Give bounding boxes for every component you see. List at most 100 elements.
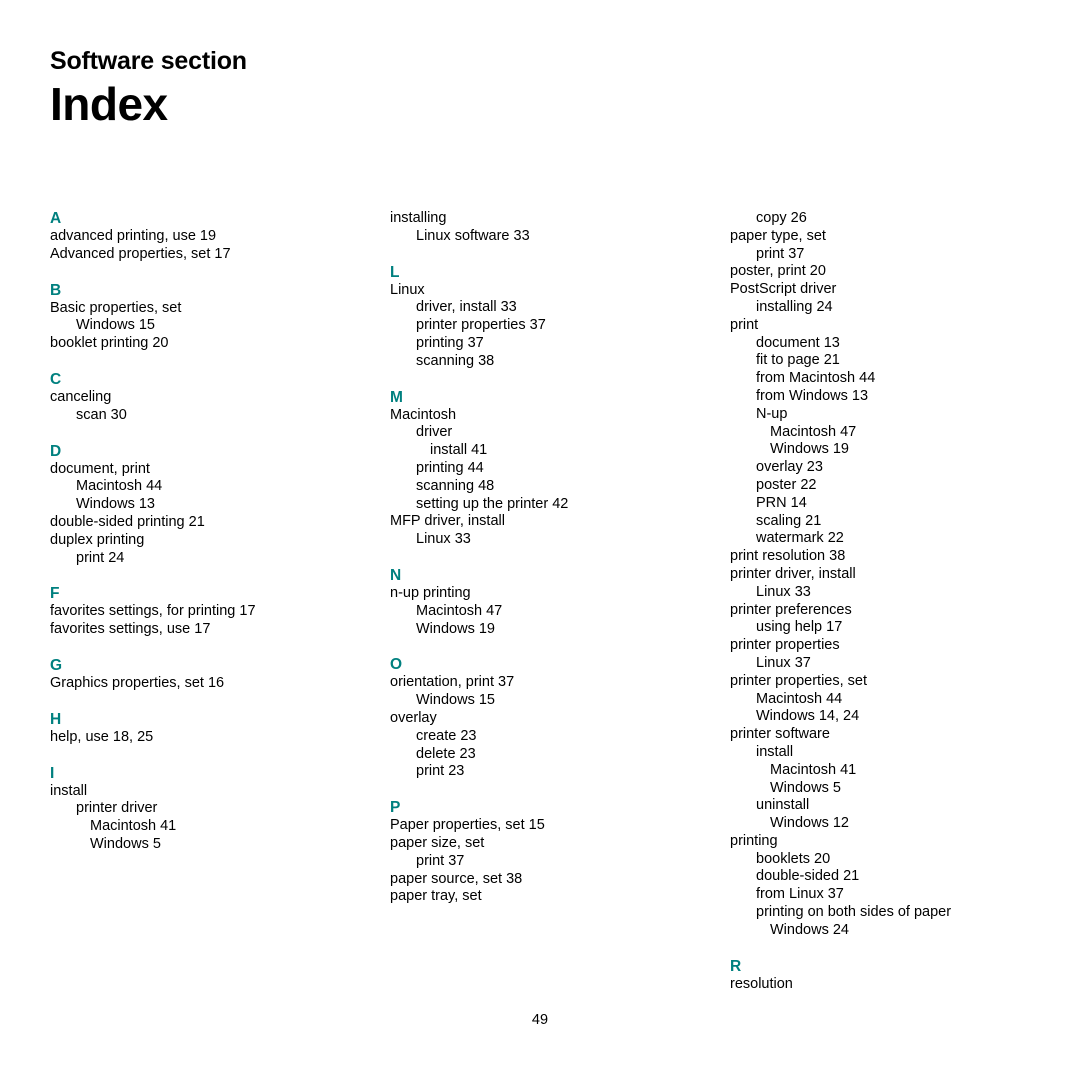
index-entry: watermark 22: [756, 530, 844, 547]
section-letter: C: [50, 370, 62, 388]
index-entry: favorites settings, for printing 17: [50, 603, 256, 620]
index-entry: Macintosh 44: [76, 478, 163, 495]
index-entry: print 37: [756, 245, 805, 262]
index-entry: printer properties, set: [730, 672, 868, 689]
index-entry: scan 30: [76, 406, 127, 423]
page-number: 49: [531, 1012, 549, 1028]
index-entry: print 24: [76, 549, 125, 566]
index-entry: printing 44: [416, 459, 484, 476]
index-entry: Macintosh 47: [770, 423, 857, 440]
index-entry: scaling 21: [756, 512, 822, 529]
index-entry: Advanced properties, set 17: [50, 245, 231, 262]
index-entry: Macintosh 41: [770, 761, 857, 778]
index-entry: printer properties 37: [416, 317, 546, 334]
section-letter: N: [390, 566, 402, 584]
index-entry: poster 22: [756, 476, 817, 493]
index-entry: Macintosh 44: [756, 690, 843, 707]
index-entry: from Linux 37: [756, 886, 844, 903]
index-entry: double-sided printing 21: [50, 513, 205, 530]
index-entry: Windows 14, 24: [756, 708, 860, 725]
index-entry: Windows 15: [416, 692, 495, 709]
index-entry: overlay: [390, 709, 437, 726]
index-entry: installing 24: [756, 298, 833, 315]
index-entry: canceling: [50, 388, 112, 405]
index-entry: double-sided 21: [756, 868, 860, 885]
index-entry: duplex printing: [50, 531, 145, 548]
index-entry: booklets 20: [756, 850, 831, 867]
index-entry: Linux software 33: [416, 227, 530, 244]
section-letter: P: [390, 799, 401, 817]
index-entry: Basic properties, set: [50, 299, 182, 316]
index-entry: Graphics properties, set 16: [50, 674, 225, 691]
index-entry: Linux 37: [756, 654, 811, 671]
index-entry: print 23: [416, 763, 465, 780]
index-entry: copy 26: [756, 210, 807, 226]
index-entry: help, use 18, 25: [50, 728, 154, 745]
index-entry: printer software: [730, 726, 830, 743]
index-column: Aadvanced printing, use 19 Advanced prope…: [50, 210, 350, 854]
index-entry: Windows 5: [90, 835, 161, 852]
index-entry: install: [50, 782, 88, 799]
index-entry: poster, print 20: [730, 263, 826, 280]
index-column: installing Linux software 33 L Linux driver,…: [390, 210, 690, 906]
index-entry: Windows 19: [416, 620, 495, 637]
index-entry: paper type, set: [730, 227, 826, 244]
index-entry: install: [756, 743, 794, 760]
index-entry: Macintosh 47: [416, 602, 503, 619]
index-entry: document, print: [50, 460, 150, 477]
section-letter: I: [50, 764, 55, 782]
index-entry: document 13: [756, 334, 840, 351]
index-entry: Windows 19: [770, 441, 849, 458]
index-entry: install 41: [430, 442, 488, 459]
section-letter: A: [50, 210, 62, 227]
section-letter: O: [390, 656, 403, 674]
index-entry: installing: [390, 210, 447, 226]
section-letter: L: [390, 263, 400, 281]
index-entry: Windows 12: [770, 815, 849, 832]
index-entry: scanning 48: [416, 477, 495, 494]
index-entry: print: [730, 316, 759, 333]
index-entry: from Windows 13: [756, 387, 869, 404]
index-entry: create 23: [416, 727, 477, 744]
index-entry: printer driver, install: [730, 565, 856, 582]
index-entry: Linux 33: [756, 583, 811, 600]
index-entry: N-up: [756, 405, 788, 422]
index-entry: printer properties: [730, 637, 840, 654]
index-entry: paper tray, set: [390, 888, 482, 905]
index-entry: printing: [730, 832, 778, 849]
page-header: Software section Index: [50, 48, 750, 130]
index-entry: scanning 38: [416, 352, 495, 369]
index-entry: Windows 13: [76, 496, 155, 513]
index-entry: Linux 33: [416, 531, 471, 548]
page-title: Index: [50, 78, 168, 131]
index-column: copy 26 paper type, set print 37 poster, pr…: [730, 210, 1030, 993]
index-entry: resolution: [730, 975, 793, 992]
index-entry: driver, install 33: [416, 299, 517, 316]
section-letter: H: [50, 710, 62, 728]
section-letter: R: [730, 957, 742, 975]
section-letter: G: [50, 656, 63, 674]
index-entry: driver: [416, 424, 453, 441]
index-entry: print 37: [416, 852, 465, 869]
index-entry: Windows 24: [770, 921, 849, 938]
index-entry: PRN 14: [756, 494, 807, 511]
section-kicker: Software section: [50, 47, 247, 75]
section-letter: B: [50, 281, 62, 299]
index-entry: favorites settings, use 17: [50, 621, 211, 638]
index-entry: advanced printing, use 19: [50, 228, 217, 244]
index-entry: printer driver: [76, 800, 158, 817]
index-entry: paper source, set 38: [390, 870, 523, 887]
index-page: Software section Index Aadvanced printin…: [0, 0, 1080, 1080]
index-entry: uninstall: [756, 797, 810, 814]
